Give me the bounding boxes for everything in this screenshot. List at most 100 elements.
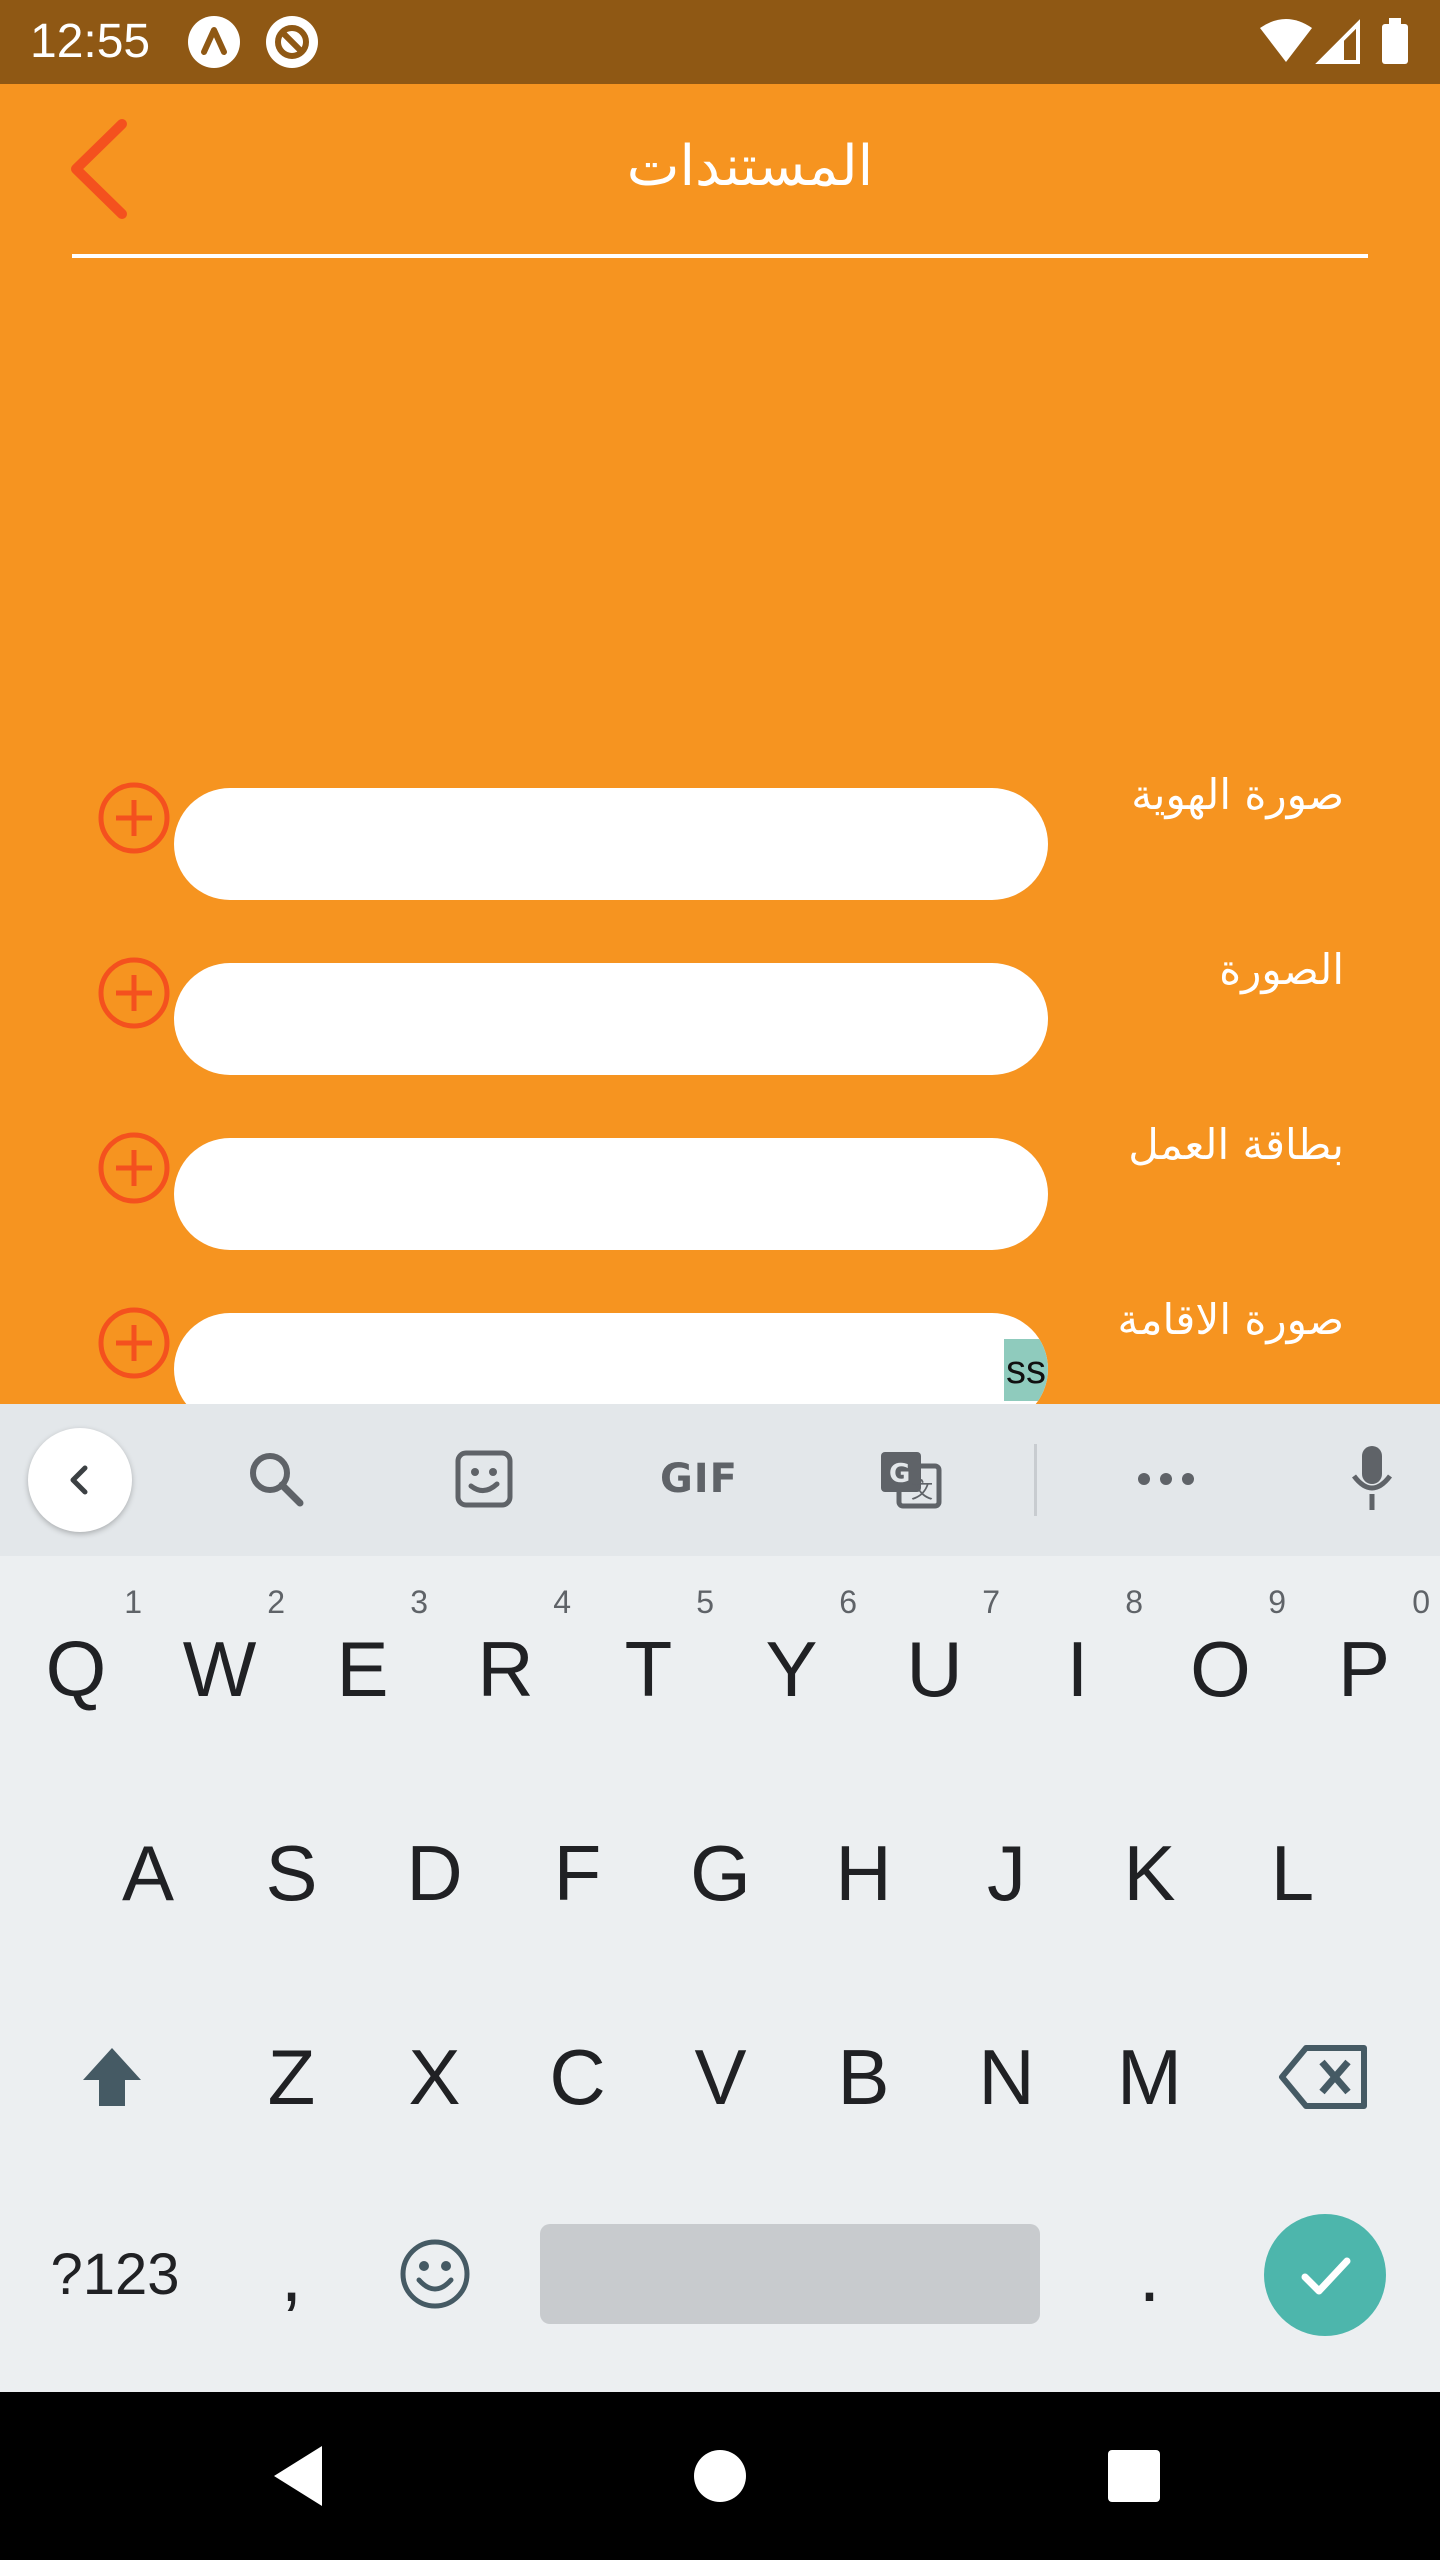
chevron-left-icon	[70, 1465, 88, 1495]
key-s[interactable]: S	[220, 1788, 363, 1958]
key-u[interactable]: U7	[863, 1584, 1006, 1754]
key-hint: 2	[267, 1584, 285, 1620]
key-hint: 1	[124, 1584, 142, 1620]
add-circle-icon[interactable]	[96, 1305, 172, 1381]
keyboard-gif-button[interactable]: GIF	[644, 1434, 754, 1524]
nav-recents-button[interactable]	[1094, 2436, 1174, 2516]
key-w[interactable]: W2	[148, 1584, 291, 1754]
document-label: صورة الهوية	[1131, 770, 1344, 819]
more-icon	[1138, 1473, 1194, 1485]
key-i[interactable]: I8	[1006, 1584, 1149, 1754]
svg-text:G: G	[889, 1459, 910, 1489]
key-k[interactable]: K	[1078, 1788, 1221, 1958]
add-circle-icon[interactable]	[96, 780, 172, 856]
key-o[interactable]: O9	[1149, 1584, 1292, 1754]
key-label: H	[835, 1828, 892, 1917]
translate-icon: G文	[881, 1452, 942, 1509]
key-label: C	[549, 2032, 606, 2121]
key-q[interactable]: Q1	[4, 1584, 148, 1754]
key-label: G	[690, 1828, 751, 1917]
key-label: E	[336, 1624, 389, 1713]
field-value	[1044, 989, 1048, 1051]
keyboard-mic-button[interactable]	[1322, 1434, 1422, 1524]
symbols-key[interactable]: ?123	[20, 2204, 210, 2344]
key-n[interactable]: N	[935, 1992, 1078, 2162]
key-t[interactable]: T5	[577, 1584, 720, 1754]
residence-photo-field[interactable]: ss	[174, 1313, 1048, 1404]
key-j[interactable]: J	[935, 1788, 1078, 1958]
key-d[interactable]: D	[363, 1788, 506, 1958]
key-e[interactable]: E3	[291, 1584, 434, 1754]
document-label: الصورة	[1219, 945, 1344, 994]
key-label: D	[406, 1828, 463, 1917]
comma-key[interactable]: ,	[220, 2204, 363, 2344]
backspace-key[interactable]	[1252, 1992, 1396, 2162]
keyboard-collapse-button[interactable]	[28, 1428, 132, 1532]
key-hint: 5	[696, 1584, 714, 1620]
key-h[interactable]: H	[792, 1788, 935, 1958]
key-l[interactable]: L	[1221, 1788, 1364, 1958]
search-icon	[250, 1453, 304, 1507]
key-g[interactable]: G	[649, 1788, 792, 1958]
key-b[interactable]: B	[792, 1992, 935, 2162]
key-label: B	[837, 2032, 890, 2121]
page-title: المستندات	[626, 134, 874, 199]
shift-key[interactable]	[40, 1992, 184, 2162]
emoji-icon	[400, 2239, 469, 2309]
key-x[interactable]: X	[363, 1992, 506, 2162]
key-y[interactable]: Y6	[720, 1584, 863, 1754]
keyboard-sticker-button[interactable]	[434, 1434, 534, 1524]
key-label: I	[1066, 1624, 1089, 1713]
key-hint: 7	[982, 1584, 1000, 1620]
photo-field[interactable]	[174, 963, 1048, 1075]
key-label: U	[906, 1624, 963, 1713]
keyboard-toolbar: GIF G文	[0, 1404, 1440, 1556]
key-label: V	[694, 2032, 747, 2121]
key-v[interactable]: V	[649, 1992, 792, 2162]
key-m[interactable]: M	[1078, 1992, 1221, 2162]
shift-icon	[83, 2048, 141, 2106]
space-key[interactable]	[540, 2224, 1040, 2324]
nav-back-icon	[274, 2446, 322, 2506]
work-card-field[interactable]	[174, 1138, 1048, 1250]
key-hint: 6	[839, 1584, 857, 1620]
keyboard-more-button[interactable]	[1116, 1434, 1216, 1524]
key-hint: 3	[410, 1584, 428, 1620]
key-label: P	[1337, 1624, 1391, 1713]
key-p[interactable]: P0	[1292, 1584, 1436, 1754]
key-label: R	[477, 1624, 534, 1713]
add-circle-icon[interactable]	[96, 1130, 172, 1206]
key-a[interactable]: A	[76, 1788, 220, 1958]
key-label: K	[1123, 1828, 1176, 1917]
key-z[interactable]: Z	[220, 1992, 363, 2162]
nav-back-button[interactable]	[260, 2436, 340, 2516]
title-divider	[72, 254, 1368, 258]
gif-icon: GIF	[659, 1456, 739, 1502]
nav-home-button[interactable]	[680, 2436, 760, 2516]
navigation-bar	[0, 2392, 1440, 2560]
key-f[interactable]: F	[506, 1788, 649, 1958]
status-icons-right	[1258, 16, 1418, 68]
key-c[interactable]: C	[506, 1992, 649, 2162]
id-photo-field[interactable]	[174, 788, 1048, 900]
keyboard-translate-button[interactable]: G文	[860, 1434, 960, 1524]
add-circle-icon[interactable]	[96, 955, 172, 1031]
key-label: Z	[267, 2032, 316, 2121]
key-label: ?123	[50, 2241, 180, 2307]
key-label: Y	[765, 1624, 818, 1713]
emoji-key[interactable]	[363, 2204, 506, 2344]
key-label: X	[408, 2032, 461, 2121]
enter-key[interactable]	[1264, 2214, 1386, 2336]
key-label: L	[1270, 1828, 1315, 1917]
key-label: A	[121, 1828, 175, 1917]
key-label: M	[1117, 2032, 1182, 2121]
period-key[interactable]: .	[1078, 2204, 1221, 2344]
battery-icon	[1382, 18, 1408, 64]
key-label: J	[987, 1828, 1026, 1917]
soft-keyboard: GIF G文 Q1 W2 E3 R4 T5 Y6 U7 I8 O9 P0 A S…	[0, 1404, 1440, 2392]
key-hint: 8	[1125, 1584, 1143, 1620]
status-bar: 12:55	[0, 0, 1440, 84]
key-r[interactable]: R4	[434, 1584, 577, 1754]
keyboard-search-button[interactable]	[226, 1434, 326, 1524]
key-hint: 0	[1412, 1584, 1430, 1620]
